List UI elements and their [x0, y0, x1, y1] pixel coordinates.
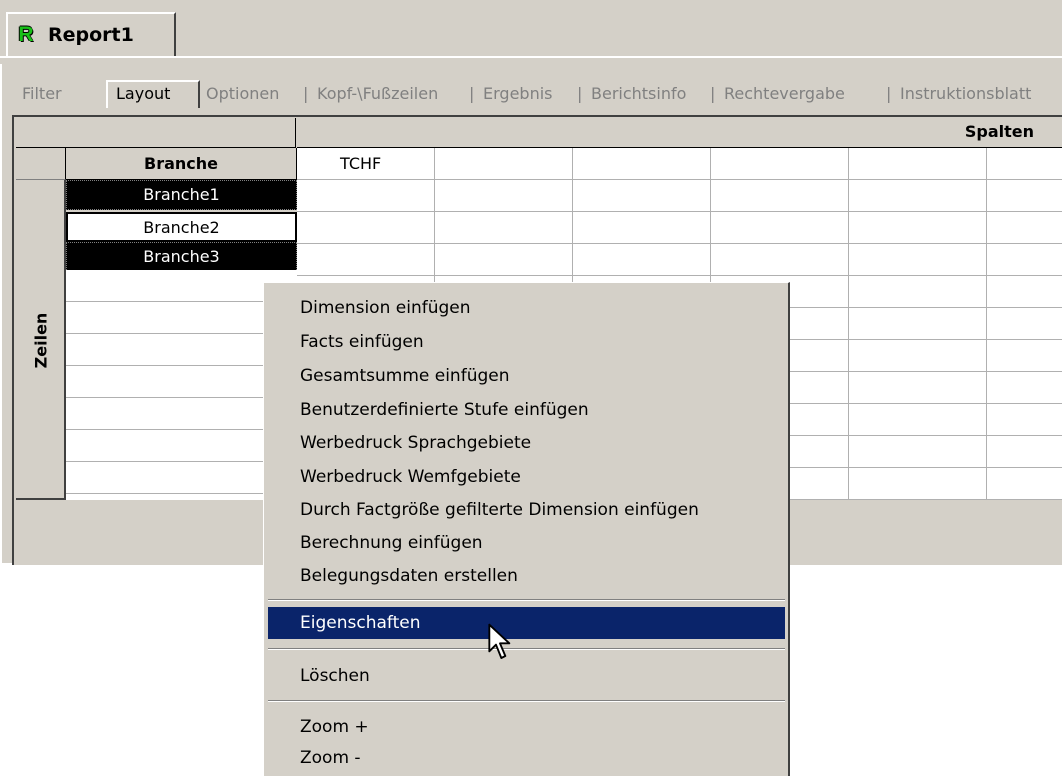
tab-kopf-fusszeilen[interactable]: Kopf-\Fußzeilen	[317, 84, 438, 103]
menu-item-belegungsdaten-erstellen[interactable]: Belegungsdaten erstellen	[268, 560, 785, 592]
row-dimension-header[interactable]: Branche	[66, 148, 297, 180]
tab-ergebnis[interactable]: Ergebnis	[483, 84, 552, 103]
subtab-bar: Filter Layout Optionen | Kopf-\Fußzeilen…	[0, 80, 1062, 108]
menu-separator	[268, 599, 785, 601]
tab-separator: |	[303, 84, 309, 103]
row-item-branche3[interactable]: Branche3	[66, 242, 297, 272]
menu-item-facts-einfuegen[interactable]: Facts einfügen	[268, 326, 785, 358]
tab-separator: |	[469, 84, 475, 103]
column-fact-tchf[interactable]: TCHF	[340, 154, 381, 173]
document-tab-label: Report1	[48, 24, 134, 46]
r-report-icon: R	[18, 23, 34, 46]
menu-item-werbedruck-sprachgebiete[interactable]: Werbedruck Sprachgebiete	[268, 427, 785, 459]
tab-instruktionsblatt[interactable]: Instruktionsblatt	[900, 84, 1031, 103]
menu-item-benutzerdefinierte-stufe[interactable]: Benutzerdefinierte Stufe einfügen	[268, 394, 785, 426]
menu-separator	[268, 648, 785, 650]
row-item-branche2[interactable]: Branche2	[66, 212, 297, 242]
tab-divider	[0, 56, 1062, 58]
menu-item-eigenschaften[interactable]: Eigenschaften	[268, 607, 785, 639]
row-item-branche1[interactable]: Branche1	[66, 180, 297, 210]
menu-item-zoom-in[interactable]: Zoom +	[268, 711, 785, 743]
rows-header: Zeilen	[16, 180, 66, 500]
menu-item-gefilterte-dimension[interactable]: Durch Factgröße gefilterte Dimension ein…	[268, 494, 785, 526]
menu-item-zoom-out[interactable]: Zoom -	[268, 742, 785, 774]
top-strip	[0, 0, 1062, 12]
context-menu: Dimension einfügen Facts einfügen Gesamt…	[263, 282, 790, 776]
columns-header: Spalten	[297, 118, 1062, 148]
menu-item-loeschen[interactable]: Löschen	[268, 660, 785, 692]
tab-separator: |	[886, 84, 892, 103]
grid-corner-header	[16, 118, 296, 148]
tab-separator: |	[577, 84, 583, 103]
rows-header-label: Zeilen	[31, 312, 51, 368]
menu-item-dimension-einfuegen[interactable]: Dimension einfügen	[268, 292, 785, 324]
columns-header-label: Spalten	[964, 122, 1034, 141]
menu-item-gesamtsumme-einfuegen[interactable]: Gesamtsumme einfügen	[268, 360, 785, 392]
tab-berichtsinfo[interactable]: Berichtsinfo	[591, 84, 686, 103]
menu-separator	[268, 700, 785, 702]
mouse-pointer-icon	[488, 623, 511, 659]
tab-filter[interactable]: Filter	[22, 84, 62, 103]
tab-optionen[interactable]: Optionen	[206, 84, 279, 103]
menu-item-berechnung-einfuegen[interactable]: Berechnung einfügen	[268, 527, 785, 559]
tab-separator: |	[710, 84, 716, 103]
document-tab-report1[interactable]: R Report1	[6, 12, 176, 56]
tab-rechtevergabe[interactable]: Rechtevergabe	[724, 84, 845, 103]
row-header-corner	[16, 148, 66, 180]
tab-layout[interactable]: Layout	[116, 84, 170, 103]
menu-item-werbedruck-wemfgebiete[interactable]: Werbedruck Wemfgebiete	[268, 461, 785, 493]
